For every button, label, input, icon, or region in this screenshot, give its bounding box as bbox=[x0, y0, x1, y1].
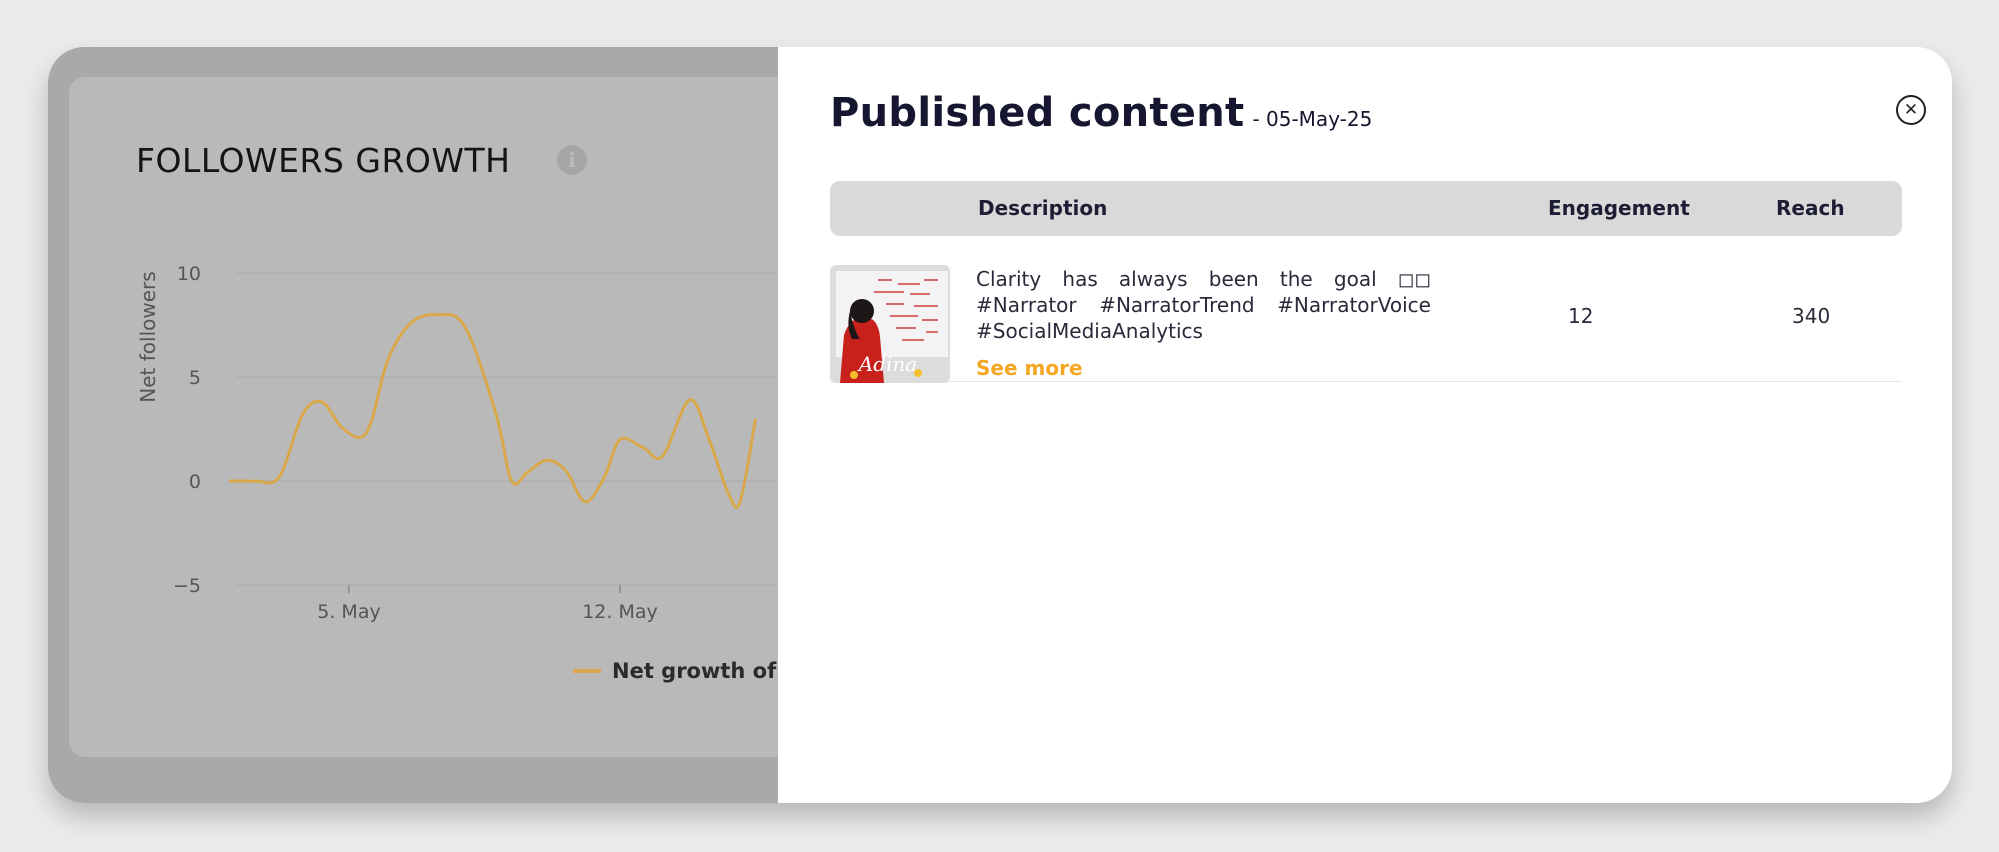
table-header: Description Engagement Reach bbox=[830, 181, 1902, 236]
followers-growth-chart: 10 5 0 −5 5. May 12. May Net followers Net g… bbox=[136, 263, 778, 683]
grid-lines bbox=[236, 272, 778, 586]
modal-title-date: - 05-May-25 bbox=[1252, 107, 1373, 131]
modal-title: Published content - 05-May-25 bbox=[830, 90, 1372, 136]
published-content-modal: Published content - 05-May-25 ✕ Descripti… bbox=[778, 47, 1952, 803]
modal-title-text: Published content bbox=[830, 90, 1245, 136]
y-tick-labels: 10 5 0 −5 bbox=[173, 263, 201, 597]
x-tick-label: 12. May bbox=[582, 601, 658, 623]
x-tick-label: 5. May bbox=[317, 601, 380, 623]
reach-value: 340 bbox=[1792, 304, 1831, 328]
legend-label: Net growth of bbox=[612, 659, 777, 683]
x-tick-labels: 5. May 12. May bbox=[317, 585, 658, 623]
y-tick-label: 5 bbox=[189, 367, 201, 389]
y-axis-label: Net followers bbox=[136, 271, 160, 402]
post-thumbnail[interactable]: Adina bbox=[830, 265, 950, 383]
y-tick-label: 10 bbox=[177, 263, 201, 285]
column-header-engagement[interactable]: Engagement bbox=[1548, 196, 1690, 220]
y-tick-label: −5 bbox=[173, 575, 201, 597]
column-header-description[interactable]: Description bbox=[978, 196, 1107, 220]
see-more-link[interactable]: See more bbox=[976, 356, 1083, 380]
dimmed-background[interactable]: FOLLOWERS GROWTH i 10 5 0 −5 5. May 12. May … bbox=[48, 47, 829, 803]
thumbnail-caption: Adina bbox=[857, 352, 917, 376]
engagement-value: 12 bbox=[1568, 304, 1594, 328]
close-icon[interactable]: ✕ bbox=[1896, 95, 1926, 125]
column-header-reach[interactable]: Reach bbox=[1776, 196, 1845, 220]
y-tick-label: 0 bbox=[189, 471, 201, 493]
series-line bbox=[228, 312, 757, 509]
table-row: Adina Clarity has always been the goal ◻… bbox=[830, 265, 1902, 383]
dashboard-card: FOLLOWERS GROWTH i 10 5 0 −5 5. May 12. May … bbox=[48, 47, 1952, 803]
post-description: Clarity has always been the goal ◻◻ #Nar… bbox=[976, 267, 1431, 343]
